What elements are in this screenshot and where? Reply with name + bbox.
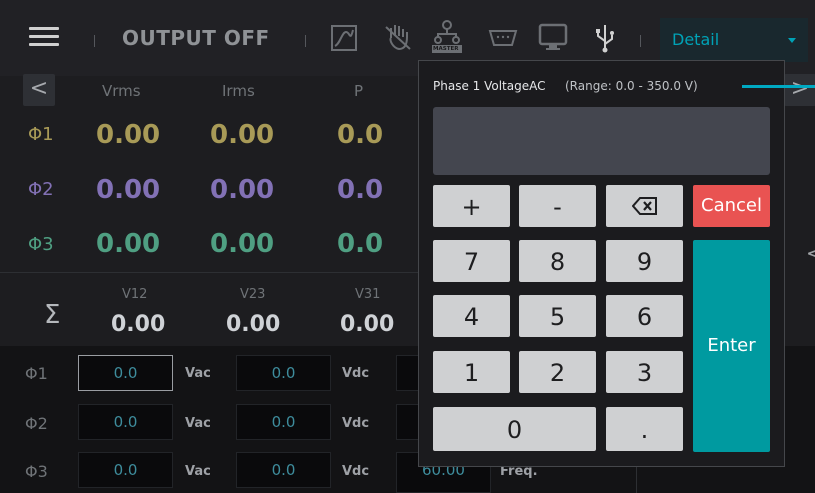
sum-symbol: Σ — [44, 300, 61, 330]
vrms-value: 0.00 — [96, 120, 161, 150]
phase-label: Φ2 — [25, 414, 48, 433]
key-decimal[interactable]: . — [606, 407, 683, 451]
irms-value: 0.00 — [210, 229, 275, 259]
prev-page-button[interactable]: < — [23, 74, 55, 106]
v23-value: 0.00 — [226, 312, 281, 337]
view-mode-dropdown[interactable]: Detail — [660, 18, 808, 62]
phase-label: Φ1 — [25, 364, 48, 383]
power-value: 0.0 — [337, 120, 384, 150]
phase-label: Φ3 — [28, 234, 54, 255]
vac-input[interactable]: 0.0 — [78, 404, 173, 440]
column-header-irms: Irms — [222, 82, 255, 100]
vdc-unit: Vdc — [342, 416, 370, 431]
monitor-icon[interactable] — [538, 23, 568, 57]
vdc-unit: Vdc — [342, 464, 370, 479]
key-2[interactable]: 2 — [519, 351, 596, 393]
key-minus[interactable]: - — [519, 185, 596, 227]
key-plus[interactable]: + — [433, 185, 510, 227]
column-header-vrms: Vrms — [102, 82, 141, 100]
serial-port-icon[interactable] — [488, 28, 518, 52]
vac-input[interactable]: 0.0 — [78, 355, 173, 391]
cancel-button[interactable]: Cancel — [693, 185, 770, 227]
column-header-v12: V12 — [122, 287, 148, 302]
side-panel-toggle[interactable]: < — [806, 241, 815, 265]
view-mode-value: Detail — [672, 30, 720, 49]
chevron-down-icon — [788, 38, 796, 43]
vac-unit: Vac — [185, 464, 211, 479]
vrms-value: 0.00 — [96, 175, 161, 205]
key-0[interactable]: 0 — [433, 407, 596, 451]
phase-label: Φ2 — [28, 179, 54, 200]
next-page-button[interactable]: > — [784, 74, 815, 106]
master-icon[interactable]: MASTER — [430, 18, 464, 58]
column-header-v23: V23 — [240, 287, 266, 302]
vac-input[interactable]: 0.0 — [78, 452, 173, 488]
irms-value: 0.00 — [210, 120, 275, 150]
key-backspace[interactable] — [606, 185, 683, 227]
enter-button[interactable]: Enter — [693, 240, 770, 452]
column-header-v31: V31 — [355, 287, 381, 302]
backspace-icon — [632, 197, 657, 215]
irms-value: 0.00 — [210, 175, 275, 205]
column-header-p: P — [354, 82, 364, 100]
numeric-keypad-dialog: Phase 1 VoltageAC (Range: 0.0 - 350.0 V)… — [418, 60, 785, 467]
v12-value: 0.00 — [111, 312, 166, 337]
key-8[interactable]: 8 — [519, 240, 596, 282]
chevron-left-icon: < — [29, 76, 49, 101]
key-1[interactable]: 1 — [433, 351, 510, 393]
vac-unit: Vac — [185, 366, 211, 381]
vdc-input[interactable]: 0.0 — [236, 355, 331, 391]
chevron-right-icon: > — [790, 76, 810, 101]
divider — [0, 272, 420, 273]
usb-icon[interactable] — [594, 23, 616, 57]
master-label: MASTER — [433, 46, 459, 52]
key-6[interactable]: 6 — [606, 295, 683, 337]
keypad-range: (Range: 0.0 - 350.0 V) — [565, 79, 698, 93]
vdc-unit: Vdc — [342, 366, 370, 381]
waveform-icon[interactable] — [330, 24, 358, 56]
hand-icon[interactable] — [383, 22, 413, 56]
key-9[interactable]: 9 — [606, 240, 683, 282]
vac-unit: Vac — [185, 416, 211, 431]
focus-indicator-line — [742, 85, 815, 88]
vdc-input[interactable]: 0.0 — [236, 452, 331, 488]
key-5[interactable]: 5 — [519, 295, 596, 337]
power-value: 0.0 — [337, 229, 384, 259]
phase-label: Φ3 — [25, 462, 48, 481]
key-4[interactable]: 4 — [433, 295, 510, 337]
phase-label: Φ1 — [28, 124, 54, 145]
key-3[interactable]: 3 — [606, 351, 683, 393]
menu-icon[interactable] — [29, 24, 59, 48]
vdc-input[interactable]: 0.0 — [236, 404, 331, 440]
output-status-title[interactable]: OUTPUT OFF — [122, 26, 270, 50]
key-7[interactable]: 7 — [433, 240, 510, 282]
keypad-title: Phase 1 VoltageAC — [433, 79, 546, 93]
vrms-value: 0.00 — [96, 229, 161, 259]
keypad-display — [433, 107, 770, 175]
power-value: 0.0 — [337, 175, 384, 205]
v31-value: 0.00 — [340, 312, 395, 337]
